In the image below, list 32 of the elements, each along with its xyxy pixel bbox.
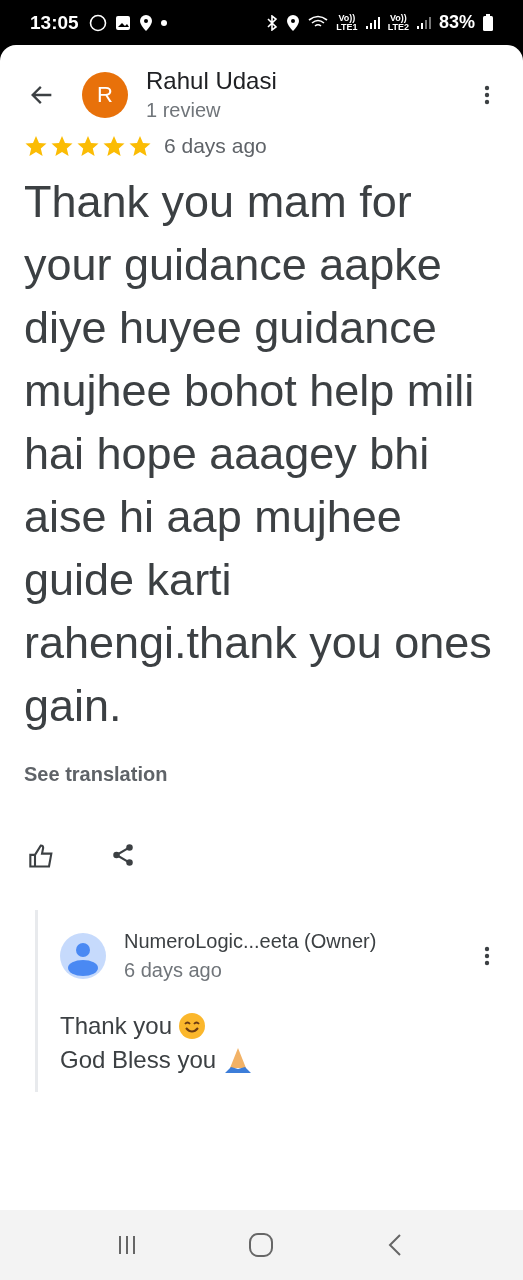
volte-label: Vo)) <box>389 13 407 23</box>
smiling-face-icon <box>178 1012 207 1040</box>
star-icon <box>102 134 126 158</box>
star-icon <box>76 134 100 158</box>
review-date: 6 days ago <box>164 134 267 158</box>
volte-label: Vo)) <box>338 13 356 23</box>
see-translation-link[interactable]: See translation <box>24 763 168 786</box>
battery-icon <box>483 14 493 31</box>
share-icon[interactable] <box>110 842 136 868</box>
network-label: LTE2 <box>387 22 409 32</box>
network-label: LTE1 <box>336 22 358 32</box>
signal-icon <box>365 15 380 30</box>
image-icon <box>114 14 131 31</box>
star-icon <box>24 134 48 158</box>
reply-text: Thank you <box>60 1012 173 1040</box>
review-count: 1 review <box>146 99 222 122</box>
owner-name: NumeroLogic...eeta (Owner) <box>124 930 378 953</box>
star-icon <box>128 134 152 158</box>
reply-text: God Bless you <box>60 1046 217 1074</box>
location-icon <box>286 13 301 32</box>
review-text: Thank you mam for your guidance aapke diye huyee guidance mujhee bohot help mili hai hope aaagey bhi aise hi aap mujhee guide karti rahengi.thank you ones gain. <box>24 175 493 733</box>
reviewer-name: Rahul Udasi <box>146 67 278 95</box>
location-icon <box>138 13 153 32</box>
avatar: R <box>82 71 128 118</box>
battery-percent: 83% <box>438 12 475 33</box>
star-icon <box>50 134 74 158</box>
bluetooth-icon <box>266 14 279 31</box>
dot-icon <box>160 19 167 26</box>
owner-avatar-icon <box>60 933 106 979</box>
signal-icon <box>416 15 431 30</box>
reply-date: 6 days ago <box>124 959 223 982</box>
clock-time: 13:05 <box>30 11 79 34</box>
